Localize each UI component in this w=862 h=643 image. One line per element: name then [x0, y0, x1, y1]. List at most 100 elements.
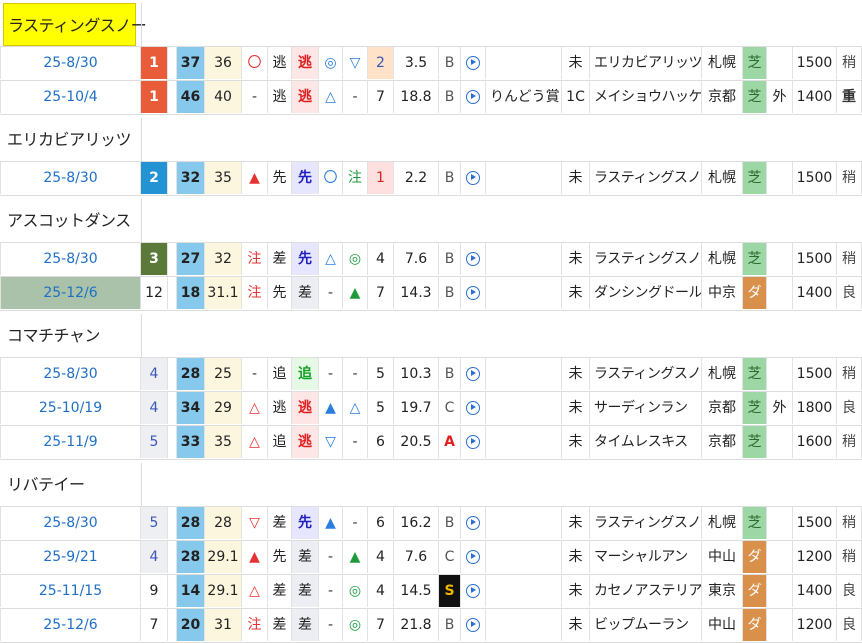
mark-a: -: [319, 541, 343, 573]
mark-b: ▲: [343, 277, 368, 309]
play-circle-icon[interactable]: [466, 286, 480, 300]
grade-badge: C: [439, 541, 461, 573]
play-circle-icon[interactable]: [466, 618, 480, 632]
track-condition: 稍: [837, 243, 862, 275]
replay-button[interactable]: [461, 277, 486, 309]
replay-button[interactable]: [461, 243, 486, 275]
running-style: 差: [268, 507, 292, 539]
play-circle-icon[interactable]: [466, 435, 480, 449]
course-side: [767, 358, 793, 390]
track-condition: 稍: [837, 162, 862, 194]
running-style: 逃: [268, 392, 292, 424]
horse-name[interactable]: アスコットダンス: [3, 199, 136, 242]
winner-name: メイショウハッケイ: [590, 81, 702, 113]
race-row: 25-10/414640-逃逃△-718.8Bりんどう賞1Cメイショウハッケイ京…: [0, 81, 862, 115]
winner-name: マーシャルアン: [590, 541, 702, 573]
winner-name: タイムレスキス: [590, 426, 702, 458]
horse-group-header: エリカビアリッツ: [0, 115, 862, 162]
horse-group-header: コマチチャン: [0, 311, 862, 358]
speed-index: 20: [177, 609, 205, 641]
replay-button[interactable]: [461, 47, 486, 79]
race-distance: 1600: [793, 426, 837, 458]
race-class: 未: [562, 507, 590, 539]
race-date-link[interactable]: 25-12/6: [0, 609, 141, 641]
race-class: 未: [562, 392, 590, 424]
replay-button[interactable]: [461, 541, 486, 573]
venue-name: 札幌: [702, 47, 743, 79]
play-circle-icon[interactable]: [466, 401, 480, 415]
play-circle-icon[interactable]: [466, 252, 480, 266]
prediction-mark: -: [242, 358, 268, 390]
spacer-cell: [168, 47, 177, 79]
spacer-cell: [168, 426, 177, 458]
course-side: [767, 162, 793, 194]
venue-name: 中京: [702, 277, 743, 309]
running-style: 先: [268, 277, 292, 309]
play-circle-icon[interactable]: [466, 516, 480, 530]
speed-index: 32: [177, 162, 205, 194]
grade-badge: C: [439, 392, 461, 424]
winner-name: ラスティングスノー: [590, 162, 702, 194]
corner-position: 先: [292, 162, 319, 194]
corner-position: 逃: [292, 47, 319, 79]
replay-button[interactable]: [461, 358, 486, 390]
mark-b: 注: [343, 162, 368, 194]
play-circle-icon[interactable]: [466, 171, 480, 185]
rating-value: 25: [205, 358, 242, 390]
surface-badge: 芝: [743, 162, 767, 194]
surface-badge: 芝: [743, 81, 767, 113]
spacer-cell: [168, 609, 177, 641]
race-date-link[interactable]: 25-8/30: [0, 507, 141, 539]
winner-name: ラスティングスノー: [590, 243, 702, 275]
race-distance: 1400: [793, 575, 837, 607]
race-distance: 1400: [793, 81, 837, 113]
race-date-link[interactable]: 25-8/30: [0, 162, 141, 194]
replay-button[interactable]: [461, 507, 486, 539]
race-date-link[interactable]: 25-8/30: [0, 358, 141, 390]
race-date-link[interactable]: 25-10/19: [0, 392, 141, 424]
mark-a: -: [319, 609, 343, 641]
venue-name: 中山: [702, 541, 743, 573]
finish-position: 9: [141, 575, 168, 607]
spacer-cell: [168, 277, 177, 309]
race-row: 25-8/30 1 37 36 〇逃逃 ◎ ▽ 2 3.5 B 未エリカビアリッツ 札幌芝 1500 稍: [0, 47, 862, 81]
horse-name[interactable]: ラスティングスノー: [3, 3, 147, 46]
replay-button[interactable]: [461, 609, 486, 641]
race-date-link[interactable]: 25-11/9: [0, 426, 141, 458]
race-date-link[interactable]: 25-8/30: [0, 243, 141, 275]
replay-button[interactable]: [461, 162, 486, 194]
race-distance: 1400: [793, 277, 837, 309]
play-circle-icon[interactable]: [466, 367, 480, 381]
race-date-link[interactable]: 25-9/21: [0, 541, 141, 573]
race-class: 未: [562, 277, 590, 309]
play-circle-icon[interactable]: [466, 584, 480, 598]
play-circle-icon[interactable]: [466, 56, 480, 70]
popularity-rank: 5: [368, 358, 394, 390]
race-date-link[interactable]: 25-12/6: [0, 277, 141, 309]
venue-name: 中山: [702, 609, 743, 641]
replay-button[interactable]: [461, 81, 486, 113]
play-circle-icon[interactable]: [466, 550, 480, 564]
track-condition: 良: [837, 575, 862, 607]
rating-value: 35: [205, 162, 242, 194]
horse-name[interactable]: リバテイー: [3, 463, 136, 506]
replay-button[interactable]: [461, 392, 486, 424]
horse-name[interactable]: コマチチャン: [3, 314, 136, 357]
mark-b: -: [343, 507, 368, 539]
play-circle-icon[interactable]: [466, 90, 480, 104]
race-date-link[interactable]: 25-11/15: [0, 575, 141, 607]
finish-position: 5: [141, 426, 168, 458]
race-distance: 1800: [793, 392, 837, 424]
mark-b: -: [343, 81, 368, 113]
prediction-mark: -: [242, 81, 268, 113]
grade-badge: B: [439, 277, 461, 309]
race-date-link[interactable]: 25-10/4: [0, 81, 141, 113]
odds-value: 14.5: [394, 575, 439, 607]
replay-button[interactable]: [461, 426, 486, 458]
horse-name[interactable]: エリカビアリッツ: [3, 118, 136, 161]
race-date-link[interactable]: 25-8/30: [0, 47, 141, 79]
race-name: [486, 575, 562, 607]
replay-button[interactable]: [461, 575, 486, 607]
rating-value: 29: [205, 392, 242, 424]
odds-value: 21.8: [394, 609, 439, 641]
